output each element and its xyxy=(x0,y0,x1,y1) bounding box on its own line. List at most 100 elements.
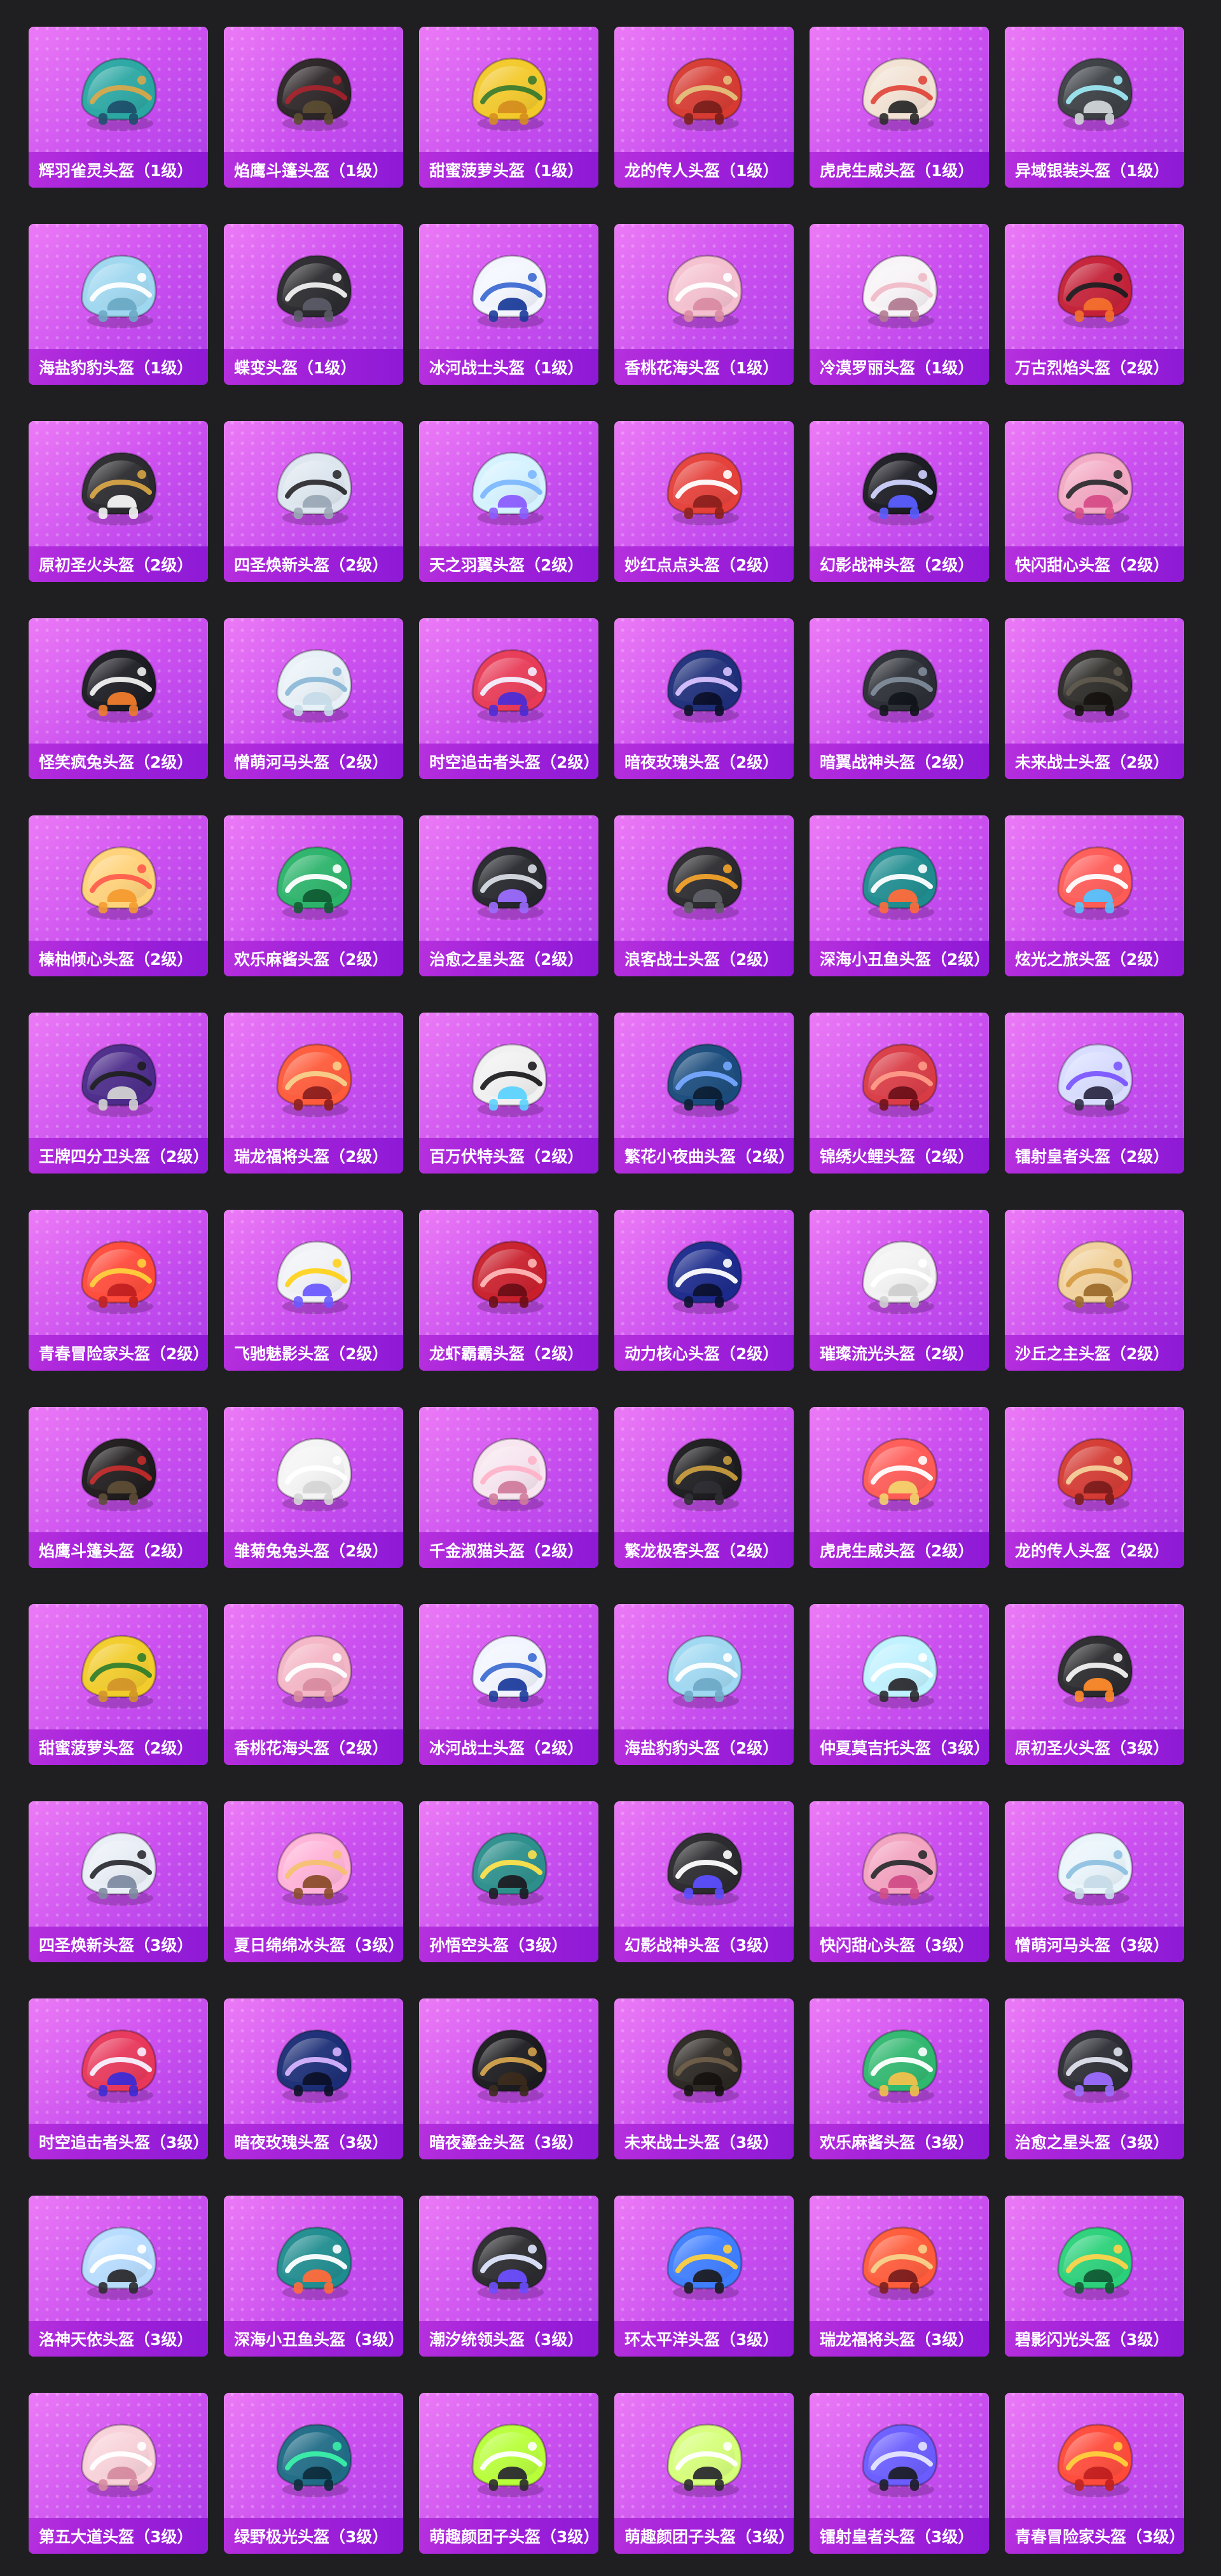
helmet-card[interactable]: 深海小丑鱼头盔（2级） xyxy=(810,815,989,976)
helmet-card[interactable]: 甜蜜菠萝头盔（2级） xyxy=(29,1604,208,1765)
helmet-card[interactable]: 妙红点点头盔（2级） xyxy=(614,421,794,582)
helmet-card[interactable]: 未来战士头盔（2级） xyxy=(1005,618,1184,779)
helmet-card[interactable]: 碧影闪光头盔（3级） xyxy=(1005,2196,1184,2357)
helmet-card[interactable]: 甜蜜菠萝头盔（1级） xyxy=(419,27,598,188)
helmet-card[interactable]: 瑞龙福将头盔（2级） xyxy=(224,1013,403,1174)
helmet-card[interactable]: 憎萌河马头盔（3级） xyxy=(1005,1801,1184,1962)
helmet-card[interactable]: 未来战士头盔（3级） xyxy=(614,1998,794,2159)
helmet-card[interactable]: 异域银装头盔（1级） xyxy=(1005,27,1184,188)
helmet-card[interactable]: 焰鹰斗篷头盔（1级） xyxy=(224,27,403,188)
helmet-name: 冰河战士头盔（2级） xyxy=(429,1739,584,1757)
helmet-card[interactable]: 幻影战神头盔（2级） xyxy=(810,421,989,582)
helmet-caption: 怪笑疯兔头盔（2级） xyxy=(29,744,208,779)
helmet-card[interactable]: 治愈之星头盔（3级） xyxy=(1005,1998,1184,2159)
helmet-card[interactable]: 王牌四分卫头盔（2级） xyxy=(29,1013,208,1174)
helmet-card[interactable]: 千金淑猫头盔（2级） xyxy=(419,1407,598,1568)
helmet-card[interactable]: 萌趣颜团子头盔（3级） xyxy=(614,2393,794,2554)
helmet-card[interactable]: 锦绣火鲤头盔（2级） xyxy=(810,1013,989,1174)
helmet-card[interactable]: 香桃花海头盔（1级） xyxy=(614,224,794,385)
helmet-card[interactable]: 瑞龙福将头盔（3级） xyxy=(810,2196,989,2357)
helmet-card[interactable]: 炫光之旅头盔（2级） xyxy=(1005,815,1184,976)
helmet-card[interactable]: 原初圣火头盔（2级） xyxy=(29,421,208,582)
helmet-caption: 夏日绵绵冰头盔（3级） xyxy=(224,1927,403,1962)
helmet-card[interactable]: 冰河战士头盔（1级） xyxy=(419,224,598,385)
helmet-card[interactable]: 暗夜鎏金头盔（3级） xyxy=(419,1998,598,2159)
helmet-icon xyxy=(852,2216,947,2305)
helmet-card[interactable]: 海盐豹豹头盔（1级） xyxy=(29,224,208,385)
helmet-card[interactable]: 雏菊兔兔头盔（2级） xyxy=(224,1407,403,1568)
helmet-card[interactable]: 暗翼战神头盔（2级） xyxy=(810,618,989,779)
helmet-card[interactable]: 海盐豹豹头盔（2级） xyxy=(614,1604,794,1765)
helmet-card[interactable]: 繁龙极客头盔（2级） xyxy=(614,1407,794,1568)
helmet-name: 沙丘之主头盔（2级） xyxy=(1015,1345,1169,1363)
helmet-card[interactable]: 仲夏莫吉托头盔（3级） xyxy=(810,1604,989,1765)
helmet-card[interactable]: 青春冒险家头盔（2级） xyxy=(29,1210,208,1371)
helmet-icon xyxy=(461,1033,556,1122)
helmet-card[interactable]: 蝶变头盔（1级） xyxy=(224,224,403,385)
helmet-card[interactable]: 香桃花海头盔（2级） xyxy=(224,1604,403,1765)
helmet-name: 时空追击者头盔（2级） xyxy=(429,753,598,772)
helmet-icon xyxy=(71,1624,166,1714)
helmet-card[interactable]: 百万伏特头盔（2级） xyxy=(419,1013,598,1174)
helmet-card[interactable]: 暗夜玫瑰头盔（2级） xyxy=(614,618,794,779)
helmet-name: 璀璨流光头盔（2级） xyxy=(820,1345,974,1363)
helmet-card[interactable]: 璀璨流光头盔（2级） xyxy=(810,1210,989,1371)
helmet-card[interactable]: 榛柚倾心头盔（2级） xyxy=(29,815,208,976)
helmet-caption: 暗夜玫瑰头盔（2级） xyxy=(614,744,794,779)
helmet-card[interactable]: 飞驰魅影头盔（2级） xyxy=(224,1210,403,1371)
helmet-card[interactable]: 欢乐麻酱头盔（3级） xyxy=(810,1998,989,2159)
helmet-card[interactable]: 龙虾霸霸头盔（2级） xyxy=(419,1210,598,1371)
helmet-card[interactable]: 萌趣颜团子头盔（3级） xyxy=(419,2393,598,2554)
helmet-card[interactable]: 夏日绵绵冰头盔（3级） xyxy=(224,1801,403,1962)
helmet-card[interactable]: 绿野极光头盔（3级） xyxy=(224,2393,403,2554)
helmet-name: 甜蜜菠萝头盔（1级） xyxy=(429,162,584,180)
helmet-icon xyxy=(656,441,752,530)
helmet-name: 碧影闪光头盔（3级） xyxy=(1015,2330,1169,2349)
helmet-caption: 时空追击者头盔（3级） xyxy=(29,2124,208,2159)
helmet-card[interactable]: 繁花小夜曲头盔（2级） xyxy=(614,1013,794,1174)
helmet-card[interactable]: 万古烈焰头盔（2级） xyxy=(1005,224,1184,385)
helmet-caption: 天之羽翼头盔（2级） xyxy=(419,546,598,582)
helmet-card[interactable]: 冷漠罗丽头盔（1级） xyxy=(810,224,989,385)
helmet-caption: 龙的传人头盔（1级） xyxy=(614,152,794,188)
helmet-card[interactable]: 冰河战士头盔（2级） xyxy=(419,1604,598,1765)
helmet-card[interactable]: 潮汐统领头盔（3级） xyxy=(419,2196,598,2357)
helmet-card[interactable]: 四圣焕新头盔（3级） xyxy=(29,1801,208,1962)
helmet-card[interactable]: 原初圣火头盔（3级） xyxy=(1005,1604,1184,1765)
helmet-icon xyxy=(656,1427,752,1516)
helmet-card[interactable]: 孙悟空头盔（3级） xyxy=(419,1801,598,1962)
helmet-card[interactable]: 镭射皇者头盔（3级） xyxy=(810,2393,989,2554)
helmet-card[interactable]: 暗夜玫瑰头盔（3级） xyxy=(224,1998,403,2159)
helmet-card[interactable]: 幻影战神头盔（3级） xyxy=(614,1801,794,1962)
helmet-card[interactable]: 快闪甜心头盔（3级） xyxy=(810,1801,989,1962)
helmet-card[interactable]: 辉羽雀灵头盔（1级） xyxy=(29,27,208,188)
helmet-card[interactable]: 动力核心头盔（2级） xyxy=(614,1210,794,1371)
helmet-grid: 辉羽雀灵头盔（1级） 焰鹰斗篷头盔（1级） 甜蜜菠萝头盔（1级） 龙的传人头盔（… xyxy=(29,27,1184,2554)
helmet-card[interactable]: 治愈之星头盔（2级） xyxy=(419,815,598,976)
helmet-card[interactable]: 时空追击者头盔（2级） xyxy=(419,618,598,779)
helmet-card[interactable]: 虎虎生威头盔（1级） xyxy=(810,27,989,188)
helmet-card[interactable]: 欢乐麻酱头盔（2级） xyxy=(224,815,403,976)
helmet-card[interactable]: 镭射皇者头盔（2级） xyxy=(1005,1013,1184,1174)
helmet-card[interactable]: 洛神天依头盔（3级） xyxy=(29,2196,208,2357)
helmet-name: 天之羽翼头盔（2级） xyxy=(429,556,584,574)
helmet-card[interactable]: 四圣焕新头盔（2级） xyxy=(224,421,403,582)
helmet-card[interactable]: 龙的传人头盔（1级） xyxy=(614,27,794,188)
helmet-card[interactable]: 沙丘之主头盔（2级） xyxy=(1005,1210,1184,1371)
helmet-caption: 璀璨流光头盔（2级） xyxy=(810,1335,989,1371)
helmet-card[interactable]: 青春冒险家头盔（3级） xyxy=(1005,2393,1184,2554)
helmet-card[interactable]: 龙的传人头盔（2级） xyxy=(1005,1407,1184,1568)
helmet-card[interactable]: 第五大道头盔（3级） xyxy=(29,2393,208,2554)
helmet-card[interactable]: 憎萌河马头盔（2级） xyxy=(224,618,403,779)
helmet-icon xyxy=(1047,1230,1142,1319)
helmet-card[interactable]: 天之羽翼头盔（2级） xyxy=(419,421,598,582)
helmet-card[interactable]: 快闪甜心头盔（2级） xyxy=(1005,421,1184,582)
helmet-card[interactable]: 浪客战士头盔（2级） xyxy=(614,815,794,976)
helmet-card[interactable]: 环太平洋头盔（3级） xyxy=(614,2196,794,2357)
helmet-icon xyxy=(461,1822,556,1911)
helmet-card[interactable]: 焰鹰斗篷头盔（2级） xyxy=(29,1407,208,1568)
helmet-card[interactable]: 虎虎生威头盔（2级） xyxy=(810,1407,989,1568)
helmet-card[interactable]: 深海小丑鱼头盔（3级） xyxy=(224,2196,403,2357)
helmet-card[interactable]: 时空追击者头盔（3级） xyxy=(29,1998,208,2159)
helmet-card[interactable]: 怪笑疯兔头盔（2级） xyxy=(29,618,208,779)
